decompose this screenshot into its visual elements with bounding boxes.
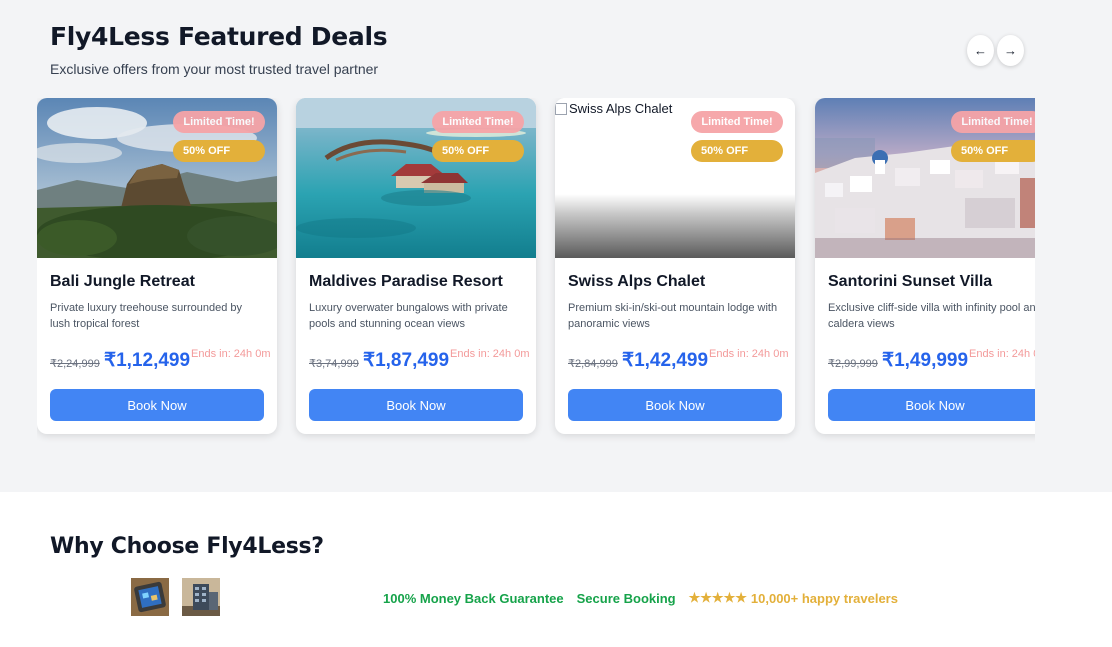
price-row: ₹2,99,999 ₹1,49,999 Ends in: 24h 0m — [828, 346, 1035, 376]
discounted-price: ₹1,12,499 — [104, 350, 191, 371]
happy-travelers-count: 10,000+ happy travelers — [750, 590, 898, 606]
original-price: ₹2,24,999 — [50, 358, 100, 370]
countdown-text: Ends in: 24h 0m — [450, 348, 530, 360]
countdown-text: Ends in: 24h 0m — [969, 348, 1035, 360]
arrow-left-icon: ← — [974, 43, 987, 58]
original-price: ₹2,84,999 — [568, 358, 618, 370]
broken-image-icon — [555, 102, 567, 115]
countdown-text: Ends in: 24h 0m — [191, 348, 271, 360]
discount-badge: 50% OFF — [951, 140, 1035, 162]
deal-title: Maldives Paradise Resort — [309, 273, 503, 290]
featured-deals-section: Fly4Less Featured Deals Exclusive offers… — [0, 0, 1112, 492]
deal-image-broken: Swiss Alps Chalet Limited Time! 50% OFF — [555, 98, 795, 258]
deal-description: Premium ski-in/ski-out mountain lodge wi… — [568, 302, 778, 330]
book-now-button[interactable]: Book Now — [50, 389, 264, 421]
book-now-button[interactable]: Book Now — [828, 389, 1035, 421]
price-row: ₹3,74,999 ₹1,87,499 Ends in: 24h 0m — [309, 346, 534, 376]
hotel-building-thumbnail — [182, 578, 220, 616]
carousel-next-button[interactable]: → — [997, 35, 1024, 66]
rating-stars-icon: ★★★★★ — [688, 590, 747, 605]
discounted-price: ₹1,42,499 — [622, 350, 709, 371]
limited-time-badge: Limited Time! — [432, 111, 524, 133]
carousel-prev-button[interactable]: ← — [967, 35, 994, 66]
broken-image-alt: Swiss Alps Chalet — [555, 101, 672, 116]
deal-title: Swiss Alps Chalet — [568, 273, 706, 290]
deal-description: Private luxury treehouse surrounded by l… — [50, 302, 242, 330]
discount-badge: 50% OFF — [691, 140, 783, 162]
deal-image: Limited Time! 50% OFF — [296, 98, 536, 258]
trust-badges-row: 100% Money Back Guarantee Secure Booking… — [383, 590, 898, 606]
original-price: ₹2,99,999 — [828, 358, 878, 370]
money-back-guarantee: 100% Money Back Guarantee — [383, 590, 564, 606]
deal-description: Exclusive cliff-side villa with infinity… — [828, 302, 1035, 330]
deal-card-swiss-alps: Swiss Alps Chalet Limited Time! 50% OFF … — [555, 98, 795, 434]
deal-title: Santorini Sunset Villa — [828, 273, 993, 290]
why-title: Why Choose Fly4Less? — [50, 534, 324, 559]
book-now-button[interactable]: Book Now — [568, 389, 782, 421]
deal-description: Luxury overwater bungalows with private … — [309, 302, 508, 330]
deals-title: Fly4Less Featured Deals — [50, 22, 388, 51]
original-price: ₹3,74,999 — [309, 358, 359, 370]
limited-time-badge: Limited Time! — [691, 111, 783, 133]
secure-booking: Secure Booking — [576, 590, 676, 606]
countdown-text: Ends in: 24h 0m — [709, 348, 789, 360]
price-row: ₹2,84,999 ₹1,42,499 Ends in: 24h 0m — [568, 346, 793, 376]
deal-card-santorini: Limited Time! 50% OFF Santorini Sunset V… — [815, 98, 1035, 434]
deal-card-maldives: Limited Time! 50% OFF Maldives Paradise … — [296, 98, 536, 434]
app-screenshot-thumbnail — [131, 578, 169, 616]
deals-carousel: Limited Time! 50% OFF Bali Jungle Retrea… — [37, 98, 1035, 443]
limited-time-badge: Limited Time! — [173, 111, 265, 133]
discount-badge: 50% OFF — [173, 140, 265, 162]
deal-image: Limited Time! 50% OFF — [815, 98, 1035, 258]
image-alt-text: Swiss Alps Chalet — [569, 101, 673, 116]
deals-subtitle: Exclusive offers from your most trusted … — [50, 61, 379, 77]
discounted-price: ₹1,49,999 — [882, 350, 969, 371]
discounted-price: ₹1,87,499 — [363, 350, 450, 371]
deal-image: Limited Time! 50% OFF — [37, 98, 277, 258]
book-now-button[interactable]: Book Now — [309, 389, 523, 421]
arrow-right-icon: → — [1004, 43, 1017, 58]
price-row: ₹2,24,999 ₹1,12,499 Ends in: 24h 0m — [50, 346, 275, 376]
deal-title: Bali Jungle Retreat — [50, 273, 195, 290]
deal-card-bali: Limited Time! 50% OFF Bali Jungle Retrea… — [37, 98, 277, 434]
discount-badge: 50% OFF — [432, 140, 524, 162]
limited-time-badge: Limited Time! — [951, 111, 1035, 133]
why-choose-section: Why Choose Fly4Less? 100% Money Back Gua… — [0, 492, 1112, 647]
